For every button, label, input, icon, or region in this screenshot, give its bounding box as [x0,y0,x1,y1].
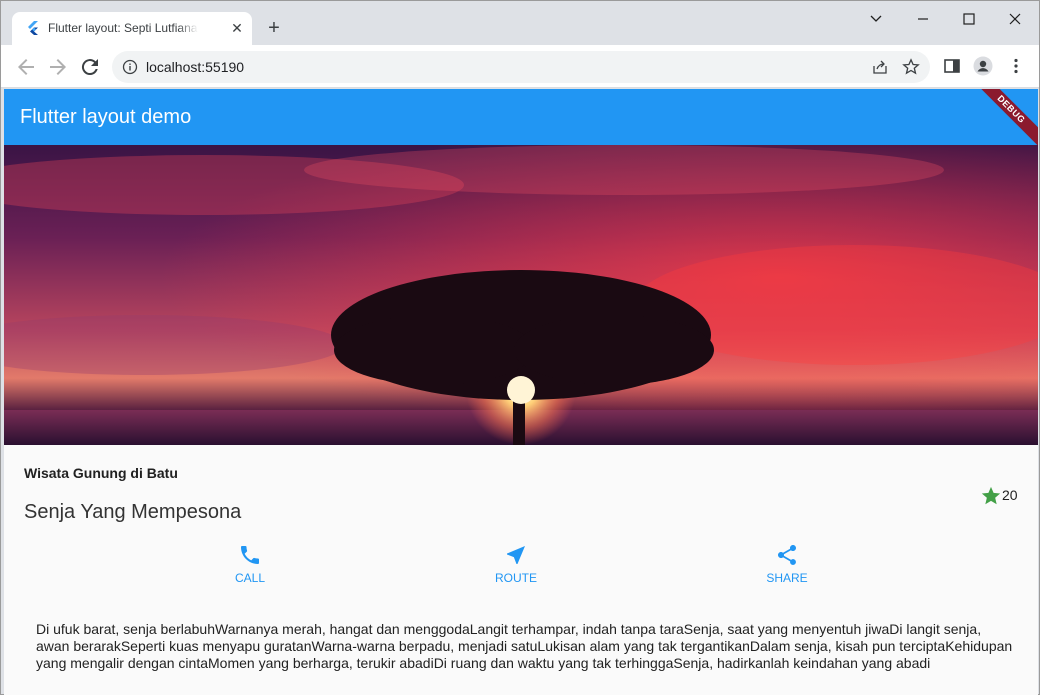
tab-title: Flutter layout: Septi Lutfiana 214 [48,21,198,37]
star-icon [981,486,1001,505]
tab-active[interactable]: Flutter layout: Septi Lutfiana 214 ✕ [12,12,252,45]
share-label: SHARE [766,571,808,585]
side-panel-icon[interactable] [942,56,962,76]
title-section: Wisata Gunung di Batu Senja Yang Mempeso… [4,445,1038,535]
share-icon [778,545,796,565]
place-title: Senja Yang Mempesona [24,501,242,523]
forward-arrow-icon[interactable] [46,55,70,79]
app-bar: Flutter layout demo [4,89,1038,145]
browser-toolbar: localhost:55190 [1,45,1039,88]
share-button[interactable]: SHARE [747,543,827,593]
plus-icon[interactable]: + [263,17,285,39]
call-label: CALL [234,571,266,585]
flutter-app: Flutter layout demo DEBUG Wisata Gunung … [4,89,1038,695]
chevron-down-icon[interactable] [861,7,891,31]
back-arrow-icon[interactable] [14,55,38,79]
action-buttons: CALL ROUTE SHARE [4,535,1038,605]
address-bar[interactable]: localhost:55190 [112,51,930,83]
kebab-menu-icon[interactable] [1006,56,1026,76]
appbar-title: Flutter layout demo [20,106,192,128]
url-text[interactable]: localhost:55190 [146,59,244,75]
star-count: 20 [1002,487,1018,503]
route-button[interactable]: ROUTE [476,543,556,593]
close-window-icon[interactable] [1000,7,1030,31]
share-icon[interactable] [871,58,889,76]
maximize-icon[interactable] [954,7,984,31]
navigation-icon [507,546,525,564]
info-icon[interactable] [122,59,138,75]
route-label: ROUTE [495,571,537,585]
browser-window: Flutter layout: Septi Lutfiana 214 ✕ + [0,0,1040,695]
close-icon[interactable]: ✕ [229,20,245,36]
call-button[interactable]: CALL [210,543,290,593]
minimize-icon[interactable] [908,7,938,31]
tab-strip: Flutter layout: Septi Lutfiana 214 ✕ + [1,1,1039,45]
place-name: Wisata Gunung di Batu [24,465,178,481]
star-outline-icon[interactable] [902,58,920,76]
reload-icon[interactable] [78,55,102,79]
flutter-favicon [28,21,38,35]
phone-icon [241,546,259,564]
sunset-tree-image [4,145,1038,445]
profile-icon[interactable] [973,56,993,76]
description-text: Di ufuk barat, senja berlabuhWarnanya me… [36,621,1013,671]
